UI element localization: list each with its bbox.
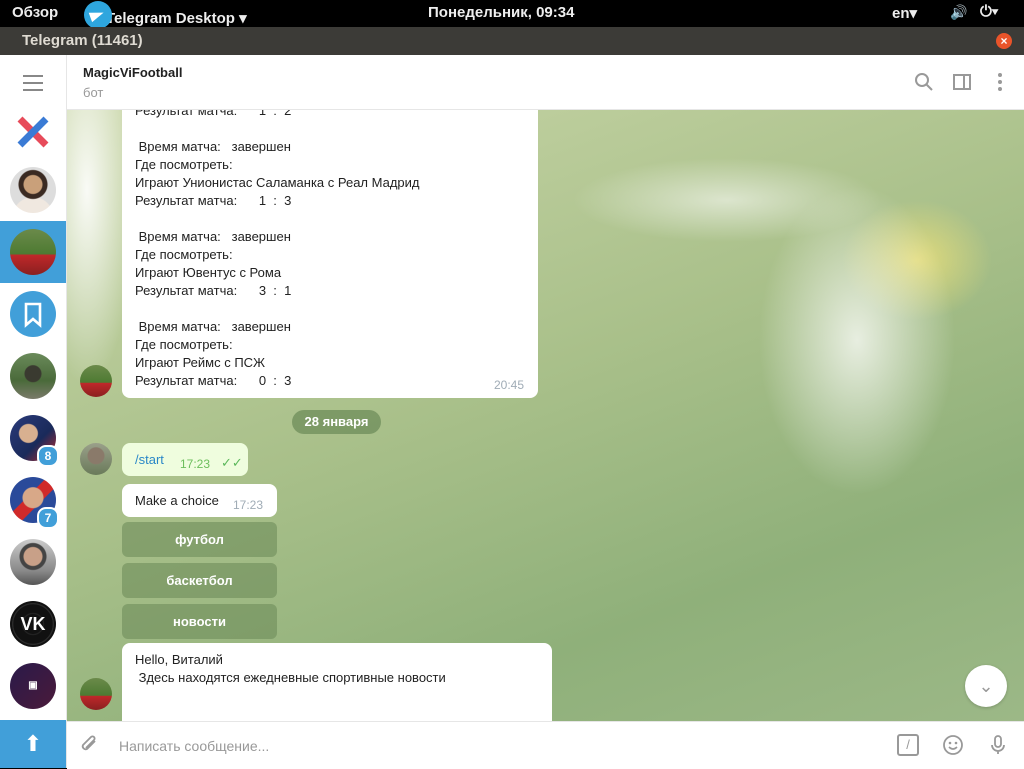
sidebar-item-channel[interactable]: ▣ <box>0 655 66 717</box>
attach-icon[interactable] <box>79 734 101 756</box>
message-line: Результат матча: 1 : 3 <box>135 193 292 208</box>
telegram-icon <box>84 1 112 29</box>
message-bubble[interactable]: Результат матча: 1 : 2 Время матча: заве… <box>122 110 538 398</box>
language-selector[interactable]: en▾ <box>892 4 917 22</box>
keyboard-button-basketball[interactable]: баскетбол <box>122 563 277 598</box>
power-icon[interactable]: ⏻▾ <box>980 3 998 20</box>
sidebar-item-chat-4[interactable]: 8 <box>0 407 66 469</box>
message-line: Играют Реймс с ПСЖ <box>135 355 266 370</box>
menu-icon[interactable] <box>23 75 43 96</box>
message-time: 17:23 <box>233 498 264 512</box>
message-line: Время матча: завершен <box>135 229 291 244</box>
message-line: Где посмотреть: <box>135 157 233 172</box>
sidebar-item-vk[interactable]: VK <box>0 593 66 655</box>
message-line: Время матча: завершен <box>135 139 291 154</box>
message-line: Играют Ювентус с Рома <box>135 265 282 280</box>
message-line: Где посмотреть: <box>135 337 233 352</box>
clock[interactable]: Понедельник, 09:34 <box>428 4 574 21</box>
window-title-bar: Telegram (11461) × <box>0 27 1024 55</box>
chat-folder-sidebar: 8 7 VK ▣ ⬆ <box>0 55 67 768</box>
unread-badge: 7 <box>37 507 59 529</box>
message-composer: Написать сообщение... / <box>67 721 1024 769</box>
message-bubble[interactable]: Hello, Виталий Здесь находятся ежедневны… <box>122 643 552 721</box>
close-window-button[interactable]: × <box>996 33 1012 49</box>
avatar <box>10 229 56 275</box>
sender-avatar[interactable] <box>80 365 112 397</box>
message-line: Здесь находятся ежедневные спортивные но… <box>135 670 446 685</box>
message-line: Время матча: завершен <box>135 319 291 334</box>
message-list[interactable]: Результат матча: 1 : 2 Время матча: заве… <box>67 110 1024 721</box>
sidebar-item-chat-5[interactable]: 7 <box>0 469 66 531</box>
activities-button[interactable]: Обзор <box>12 4 58 21</box>
emoji-icon[interactable] <box>942 734 964 756</box>
x-logo-icon <box>17 116 49 148</box>
message-time: 20:45 <box>494 378 525 392</box>
message-time: 17:23 <box>180 457 211 471</box>
avatar <box>10 167 56 213</box>
message-text: Make a choice <box>135 493 219 508</box>
read-checkmarks-icon: ✓✓ <box>221 455 243 470</box>
system-top-bar: Обзор Telegram Desktop ▾ Понедельник, 09… <box>0 0 1024 29</box>
bookmark-icon <box>10 291 56 337</box>
unread-badge: 8 <box>37 445 59 467</box>
microphone-icon[interactable] <box>987 734 1009 756</box>
message-line: Результат матча: 0 : 3 <box>135 373 292 388</box>
app-menu-label: Telegram Desktop ▾ <box>106 10 247 27</box>
avatar <box>10 353 56 399</box>
sidebar-toggle-icon[interactable] <box>951 71 973 93</box>
sidebar-item-chat-6[interactable] <box>0 531 66 593</box>
sidebar-item-saved-messages[interactable] <box>0 283 66 345</box>
scroll-down-button[interactable]: ⌄ <box>965 665 1007 707</box>
channel-avatar: ▣ <box>10 663 56 709</box>
message-line: Результат матча: 1 : 2 <box>135 110 292 118</box>
sender-avatar[interactable] <box>80 678 112 710</box>
outgoing-message[interactable]: /start 17:23 ✓✓ <box>122 443 248 476</box>
message-line: Результат матча: 3 : 1 <box>135 283 292 298</box>
user-avatar[interactable] <box>80 443 112 475</box>
more-options-icon[interactable] <box>989 71 1011 93</box>
window-title: Telegram (11461) <box>22 32 143 49</box>
command-link[interactable]: /start <box>135 452 164 467</box>
chat-header: MagicViFootball бот <box>67 55 1024 110</box>
bot-message[interactable]: Make a choice 17:23 <box>122 484 277 517</box>
keyboard-button-football[interactable]: футбол <box>122 522 277 557</box>
vk-logo-icon: VK <box>10 601 56 647</box>
scroll-up-button[interactable]: ⬆ <box>0 720 66 768</box>
keyboard-button-news[interactable]: новости <box>122 604 277 639</box>
chat-title[interactable]: MagicViFootball <box>83 65 182 80</box>
message-line: Играют Унионистас Саламанка с Реал Мадри… <box>135 175 420 190</box>
volume-icon[interactable]: 🔊 <box>950 4 967 21</box>
avatar <box>10 539 56 585</box>
chat-status: бот <box>83 85 104 100</box>
message-input[interactable]: Написать сообщение... <box>119 738 269 754</box>
arrow-up-icon: ⬆ <box>23 731 43 756</box>
chevron-down-icon: ⌄ <box>978 676 994 696</box>
date-divider: 28 января <box>292 410 381 434</box>
sidebar-item-chat-3[interactable] <box>0 345 66 407</box>
message-line: Где посмотреть: <box>135 247 233 262</box>
sidebar-item-chat-1[interactable] <box>0 159 66 221</box>
sidebar-item-app[interactable] <box>0 101 66 163</box>
search-icon[interactable] <box>913 71 935 93</box>
bot-commands-icon[interactable]: / <box>897 734 919 756</box>
message-line: Hello, Виталий <box>135 652 223 667</box>
sidebar-item-magicvifootball[interactable] <box>0 221 66 283</box>
